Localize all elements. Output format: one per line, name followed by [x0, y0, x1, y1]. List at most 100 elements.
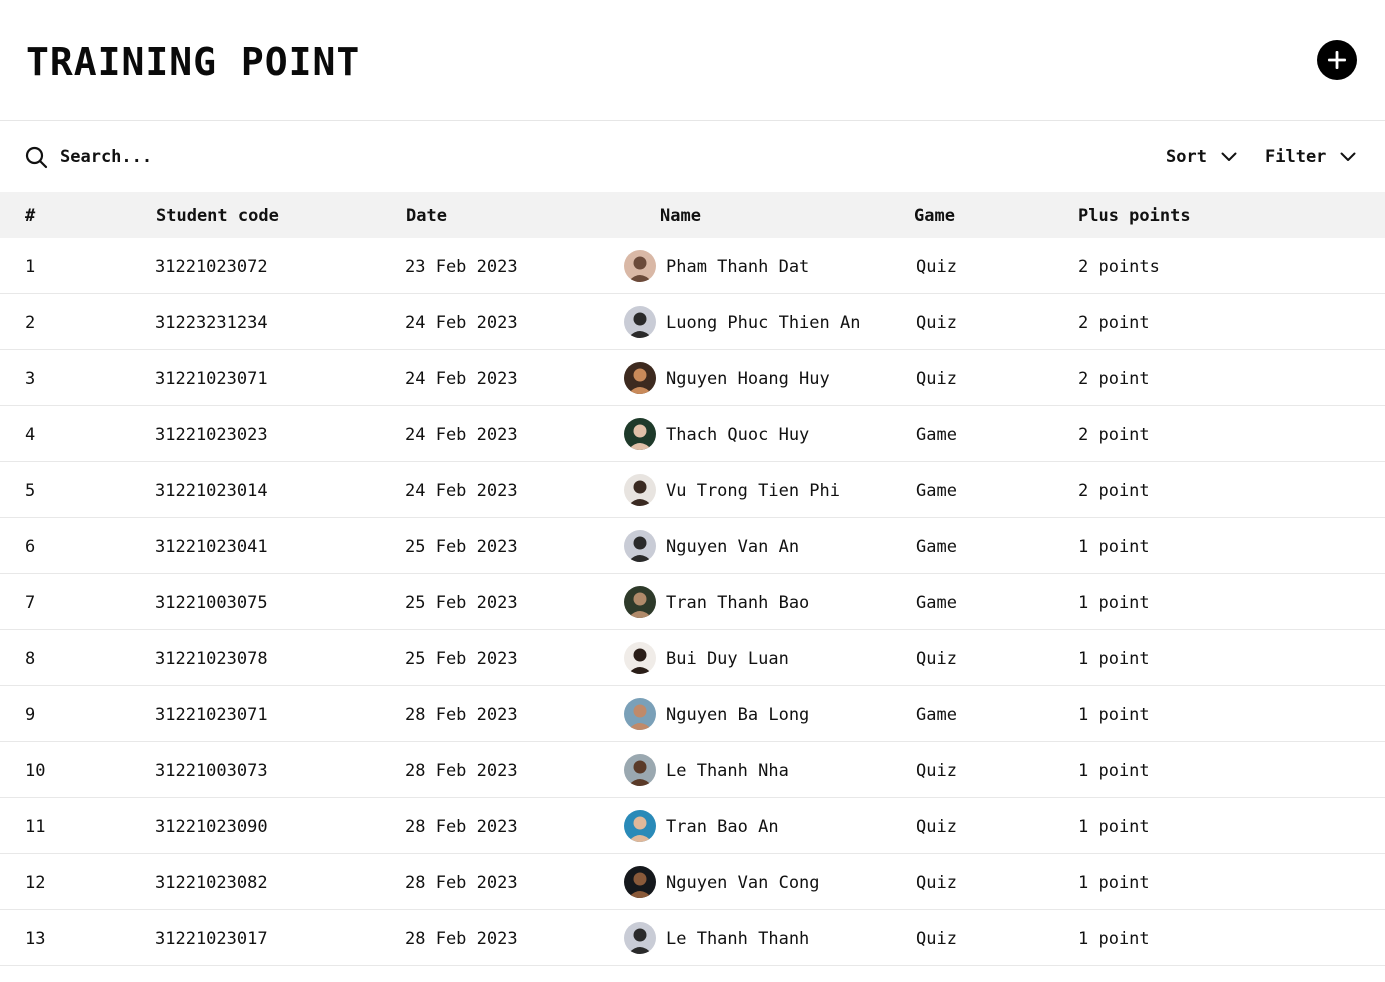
column-header-game[interactable]: Game	[914, 206, 955, 226]
row-game: Quiz	[916, 369, 957, 389]
column-header-name[interactable]: Name	[660, 206, 701, 226]
row-date: 24 Feb 2023	[405, 369, 518, 389]
row-plus-points: 1 point	[1078, 705, 1150, 725]
row-plus-points: 2 point	[1078, 425, 1150, 445]
avatar	[624, 306, 656, 338]
row-date: 28 Feb 2023	[405, 929, 518, 949]
row-number: 2	[25, 313, 36, 333]
row-student-code: 31221023041	[155, 537, 268, 557]
add-record-button[interactable]	[1317, 40, 1357, 80]
avatar	[624, 418, 656, 450]
table-row[interactable]: 3 31221023071 24 Feb 2023 Nguyen Hoang H…	[0, 350, 1385, 406]
table-body: 1 31221023072 23 Feb 2023 Pham Thanh Dat…	[0, 238, 1385, 966]
table-header: # Student code Date Name Game Plus point…	[0, 192, 1385, 238]
row-date: 28 Feb 2023	[405, 817, 518, 837]
row-game: Quiz	[916, 649, 957, 669]
row-plus-points: 1 point	[1078, 929, 1150, 949]
avatar	[624, 474, 656, 506]
table-row[interactable]: 7 31221003075 25 Feb 2023 Tran Thanh Bao…	[0, 574, 1385, 630]
sort-label: Sort	[1166, 147, 1207, 167]
chevron-down-icon	[1340, 152, 1356, 162]
avatar	[624, 866, 656, 898]
row-number: 7	[25, 593, 36, 613]
avatar	[624, 922, 656, 954]
row-name: Tran Bao An	[666, 817, 779, 837]
row-game: Game	[916, 481, 957, 501]
table-row[interactable]: 4 31221023023 24 Feb 2023 Thach Quoc Huy…	[0, 406, 1385, 462]
row-name: Bui Duy Luan	[666, 649, 789, 669]
column-header-number[interactable]: #	[25, 206, 35, 226]
row-student-code: 31221023072	[155, 257, 268, 277]
row-date: 24 Feb 2023	[405, 425, 518, 445]
row-name: Pham Thanh Dat	[666, 257, 810, 277]
row-date: 25 Feb 2023	[405, 649, 518, 669]
row-name: Luong Phuc Thien An	[666, 313, 861, 333]
row-plus-points: 1 point	[1078, 593, 1150, 613]
row-plus-points: 1 point	[1078, 761, 1150, 781]
avatar	[624, 362, 656, 394]
table-row[interactable]: 5 31221023014 24 Feb 2023 Vu Trong Tien …	[0, 462, 1385, 518]
row-student-code: 31221023014	[155, 481, 268, 501]
plus-icon	[1328, 51, 1346, 69]
table-row[interactable]: 10 31221003073 28 Feb 2023 Le Thanh Nha …	[0, 742, 1385, 798]
row-game: Game	[916, 537, 957, 557]
row-game: Quiz	[916, 257, 957, 277]
search-input[interactable]	[60, 147, 360, 167]
column-header-date[interactable]: Date	[406, 206, 447, 226]
row-date: 28 Feb 2023	[405, 705, 518, 725]
row-plus-points: 2 points	[1078, 257, 1160, 277]
training-point-table: # Student code Date Name Game Plus point…	[0, 192, 1385, 966]
row-student-code: 31221023082	[155, 873, 268, 893]
row-game: Quiz	[916, 761, 957, 781]
avatar	[624, 530, 656, 562]
row-plus-points: 1 point	[1078, 649, 1150, 669]
row-student-code: 31221023023	[155, 425, 268, 445]
row-name: Le Thanh Thanh	[666, 929, 810, 949]
table-row[interactable]: 9 31221023071 28 Feb 2023 Nguyen Ba Long…	[0, 686, 1385, 742]
row-name: Nguyen Van An	[666, 537, 800, 557]
search-box[interactable]	[25, 144, 360, 170]
avatar	[624, 586, 656, 618]
row-student-code: 31221023090	[155, 817, 268, 837]
row-name: Nguyen Van Cong	[666, 873, 820, 893]
toolbar: Sort Filter	[0, 122, 1385, 192]
row-date: 24 Feb 2023	[405, 313, 518, 333]
column-header-plus-points[interactable]: Plus points	[1078, 206, 1191, 226]
avatar	[624, 698, 656, 730]
table-row[interactable]: 8 31221023078 25 Feb 2023 Bui Duy Luan Q…	[0, 630, 1385, 686]
row-number: 10	[25, 761, 46, 781]
sort-dropdown[interactable]: Sort	[1166, 144, 1237, 170]
table-row[interactable]: 1 31221023072 23 Feb 2023 Pham Thanh Dat…	[0, 238, 1385, 294]
row-number: 12	[25, 873, 46, 893]
row-game: Game	[916, 593, 957, 613]
row-game: Quiz	[916, 313, 957, 333]
chevron-down-icon	[1221, 152, 1237, 162]
row-plus-points: 1 point	[1078, 537, 1150, 557]
row-date: 24 Feb 2023	[405, 481, 518, 501]
row-number: 9	[25, 705, 36, 725]
table-row[interactable]: 11 31221023090 28 Feb 2023 Tran Bao An Q…	[0, 798, 1385, 854]
row-date: 23 Feb 2023	[405, 257, 518, 277]
row-number: 3	[25, 369, 36, 389]
avatar	[624, 642, 656, 674]
row-game: Game	[916, 425, 957, 445]
table-row[interactable]: 6 31221023041 25 Feb 2023 Nguyen Van An …	[0, 518, 1385, 574]
row-name: Nguyen Hoang Huy	[666, 369, 830, 389]
row-student-code: 31221023017	[155, 929, 268, 949]
table-row[interactable]: 12 31221023082 28 Feb 2023 Nguyen Van Co…	[0, 854, 1385, 910]
row-number: 4	[25, 425, 36, 445]
filter-dropdown[interactable]: Filter	[1265, 144, 1356, 170]
row-game: Quiz	[916, 817, 957, 837]
row-name: Tran Thanh Bao	[666, 593, 810, 613]
row-name: Le Thanh Nha	[666, 761, 789, 781]
row-student-code: 31221023071	[155, 369, 268, 389]
row-date: 25 Feb 2023	[405, 593, 518, 613]
table-row[interactable]: 2 31223231234 24 Feb 2023 Luong Phuc Thi…	[0, 294, 1385, 350]
row-plus-points: 1 point	[1078, 873, 1150, 893]
column-header-student-code[interactable]: Student code	[156, 206, 279, 226]
row-student-code: 31221023071	[155, 705, 268, 725]
table-row[interactable]: 13 31221023017 28 Feb 2023 Le Thanh Than…	[0, 910, 1385, 966]
row-date: 25 Feb 2023	[405, 537, 518, 557]
row-number: 8	[25, 649, 36, 669]
row-number: 5	[25, 481, 36, 501]
